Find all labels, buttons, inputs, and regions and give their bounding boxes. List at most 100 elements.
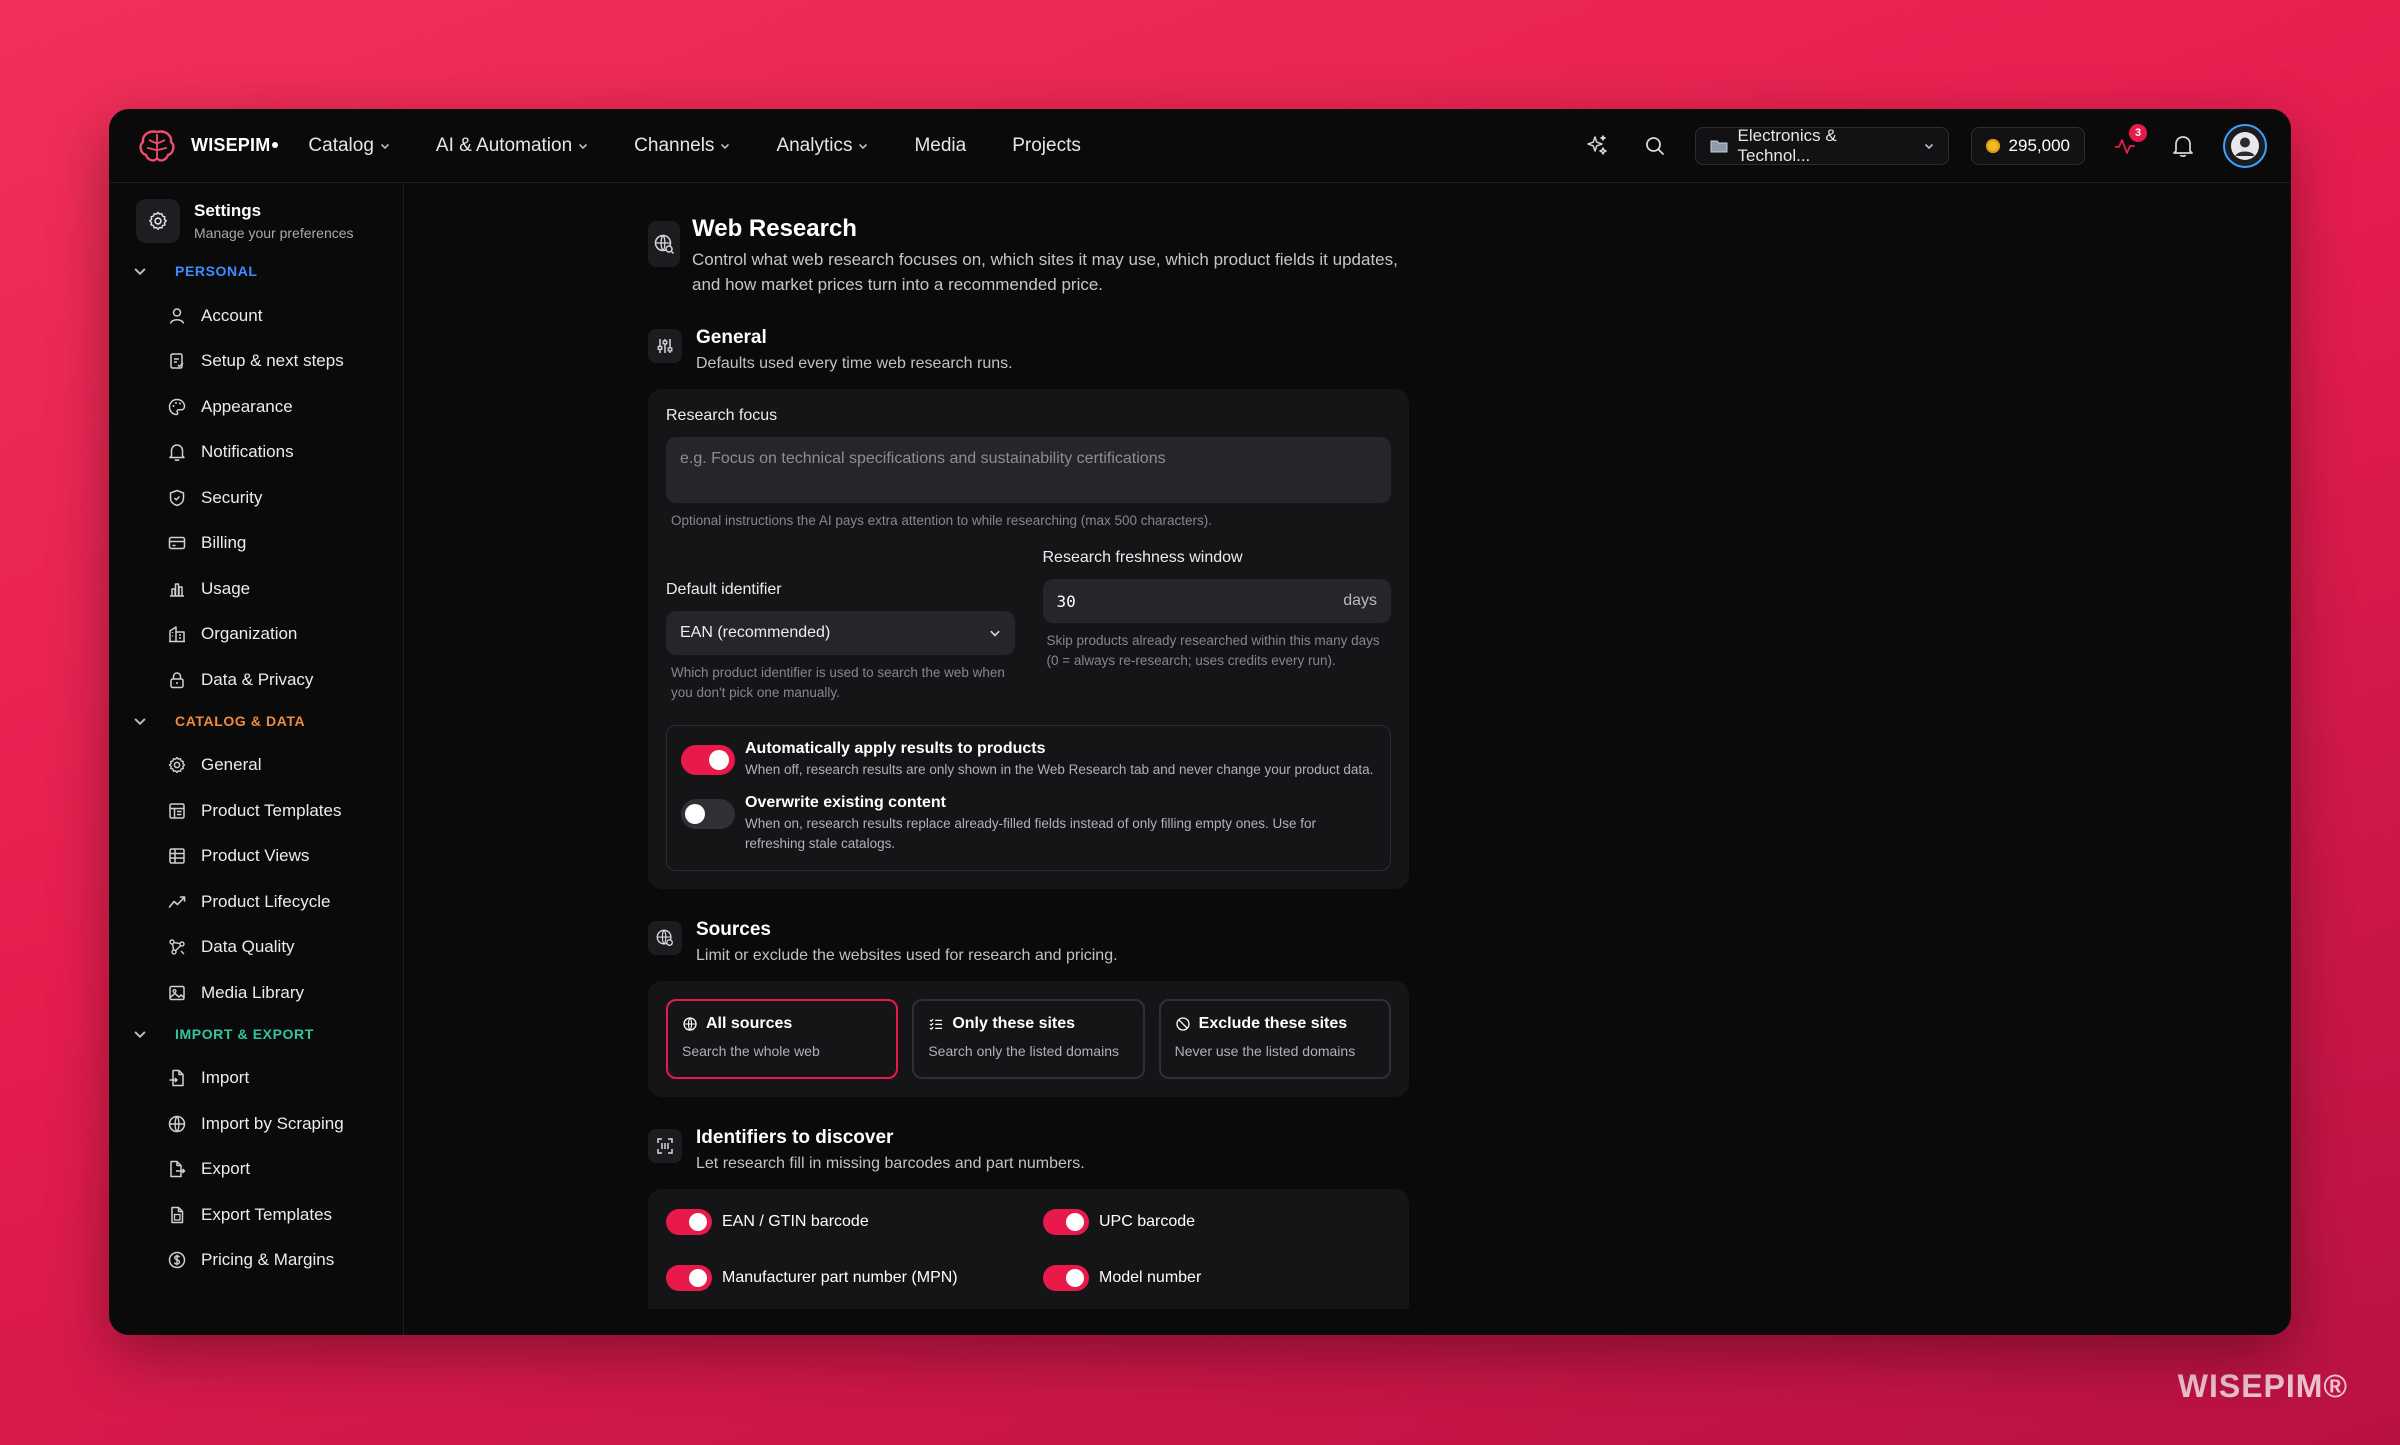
sidebar-item-product-views[interactable]: Product Views [109, 834, 403, 880]
topbar-actions: Electronics & Technol... 295,000 3 [1579, 123, 2267, 168]
app-window: WISEPIM Catalog AI & Automation Channels… [109, 109, 2291, 1335]
identifier-label: UPC barcode [1099, 1213, 1196, 1230]
nav-label: Media [914, 134, 967, 156]
sidebar-item-label: Security [201, 487, 263, 507]
auto-apply-row: Automatically apply results to products … [681, 740, 1376, 780]
section-import-export-toggle[interactable]: IMPORT & EXPORT [109, 1020, 403, 1048]
nav-ai-automation[interactable]: AI & Automation [436, 135, 588, 157]
settings-title: Settings [194, 201, 262, 220]
list-check-icon [929, 1018, 943, 1031]
sidebar-item-media-library[interactable]: Media Library [109, 970, 403, 1016]
source-option-exclude[interactable]: Exclude these sites Never use the listed… [1158, 999, 1391, 1079]
section-catalog-data-toggle[interactable]: CATALOG & DATA [109, 707, 403, 735]
section-label-personal: PERSONAL [175, 263, 258, 279]
search-button[interactable] [1637, 128, 1673, 164]
settings-sidebar: Settings Manage your preferences PERSONA… [109, 183, 404, 1335]
sidebar-item-general[interactable]: General [109, 743, 403, 789]
overwrite-toggle[interactable] [681, 799, 735, 829]
default-identifier-group: Default identifier EAN (recommended) Whi… [666, 549, 1015, 703]
nav-label: Analytics [776, 134, 853, 156]
chevron-down-icon [134, 717, 146, 725]
nav-media[interactable]: Media [914, 135, 966, 157]
settings-header: Settings Manage your preferences [109, 199, 403, 243]
nav-projects[interactable]: Projects [1012, 135, 1081, 157]
source-option-title: Only these sites [952, 1015, 1076, 1032]
toggle-knob [685, 804, 705, 824]
sidebar-item-label: Setup & next steps [201, 351, 344, 371]
quality-nodes-icon [169, 939, 185, 955]
source-option-desc: Search the whole web [682, 1043, 820, 1059]
default-identifier-select[interactable]: EAN (recommended) [666, 611, 1015, 655]
sliders-icon [657, 339, 673, 353]
sidebar-item-data-quality[interactable]: Data Quality [109, 925, 403, 971]
search-icon [1645, 136, 1664, 155]
sidebar-item-import-scraping[interactable]: Import by Scraping [109, 1101, 403, 1147]
credits-balance[interactable]: 295,000 [1970, 126, 2085, 165]
chevron-down-icon [134, 268, 146, 276]
sidebar-item-import[interactable]: Import [109, 1056, 403, 1102]
apply-options-box: Automatically apply results to products … [666, 725, 1391, 871]
workspace-selector[interactable]: Electronics & Technol... [1694, 126, 1949, 165]
sidebar-item-label: Organization [201, 624, 298, 644]
identifier-upc-toggle[interactable] [1043, 1209, 1089, 1235]
identifier-model-toggle[interactable] [1043, 1265, 1089, 1291]
nav-analytics[interactable]: Analytics [776, 135, 868, 157]
source-option-only[interactable]: Only these sites Search only the listed … [912, 999, 1145, 1079]
identifier-mpn: Manufacturer part number (MPN) [666, 1263, 1043, 1293]
auto-apply-toggle[interactable] [681, 745, 735, 775]
nav-label: Catalog [308, 134, 374, 156]
template-icon [169, 803, 185, 819]
default-identifier-label: Default identifier [666, 581, 782, 598]
sources-title: Sources [696, 919, 771, 940]
source-option-all[interactable]: All sources Search the whole web [666, 999, 899, 1079]
identifier-mpn-toggle[interactable] [666, 1265, 712, 1291]
globe-search-icon [656, 929, 673, 946]
toggle-knob [689, 1213, 707, 1231]
sidebar-item-data-privacy[interactable]: Data & Privacy [109, 657, 403, 703]
nav-channels[interactable]: Channels [634, 135, 730, 157]
chevron-down-icon [579, 143, 588, 149]
brand-watermark: WISEPIM® [2177, 1368, 2348, 1404]
identifiers-title: Identifiers to discover [696, 1127, 894, 1148]
sidebar-item-export-templates[interactable]: Export Templates [109, 1192, 403, 1238]
bell-icon [169, 444, 185, 462]
chevron-down-icon [1924, 143, 1933, 149]
freshness-input[interactable]: 30 days [1042, 579, 1391, 623]
section-personal-toggle[interactable]: PERSONAL [109, 257, 403, 285]
sidebar-item-label: Notifications [201, 442, 294, 462]
sidebar-item-label: Billing [201, 533, 247, 553]
sidebar-item-notifications[interactable]: Notifications [109, 430, 403, 476]
sidebar-item-setup[interactable]: Setup & next steps [109, 339, 403, 385]
sec-icon-box [648, 1129, 682, 1163]
sidebar-item-label: Export [201, 1159, 251, 1179]
sidebar-item-pricing-margins[interactable]: Pricing & Margins [109, 1238, 403, 1284]
sidebar-item-organization[interactable]: Organization [109, 612, 403, 658]
user-avatar-icon [2231, 131, 2259, 160]
notifications-button[interactable] [2165, 128, 2201, 164]
sidebar-item-account[interactable]: Account [109, 293, 403, 339]
auto-apply-title: Automatically apply results to products [745, 740, 1046, 757]
identifiers-description: Let research fill in missing barcodes an… [696, 1155, 1085, 1172]
sidebar-item-product-lifecycle[interactable]: Product Lifecycle [109, 879, 403, 925]
source-option-title: All sources [706, 1015, 793, 1032]
sidebar-item-label: Media Library [201, 982, 304, 1002]
globe-icon [168, 1115, 186, 1132]
sidebar-item-security[interactable]: Security [109, 475, 403, 521]
sec-icon-box [648, 329, 682, 363]
activity-alerts-button[interactable]: 3 [2107, 123, 2147, 164]
brand-logo[interactable]: WISEPIM [137, 128, 279, 164]
user-avatar-button[interactable] [2223, 123, 2267, 168]
sidebar-item-export[interactable]: Export [109, 1147, 403, 1193]
lock-icon [170, 671, 184, 688]
sidebar-item-product-templates[interactable]: Product Templates [109, 788, 403, 834]
sidebar-item-usage[interactable]: Usage [109, 566, 403, 612]
page-icon-box [648, 221, 680, 267]
general-title: General [696, 327, 767, 348]
nav-catalog[interactable]: Catalog [308, 135, 390, 157]
nav-label: Projects [1012, 134, 1081, 156]
sidebar-item-appearance[interactable]: Appearance [109, 384, 403, 430]
ai-sparkle-button[interactable] [1579, 128, 1615, 164]
sidebar-item-billing[interactable]: Billing [109, 521, 403, 567]
identifier-ean-toggle[interactable] [666, 1209, 712, 1235]
research-focus-textarea[interactable]: e.g. Focus on technical specifications a… [666, 437, 1391, 503]
